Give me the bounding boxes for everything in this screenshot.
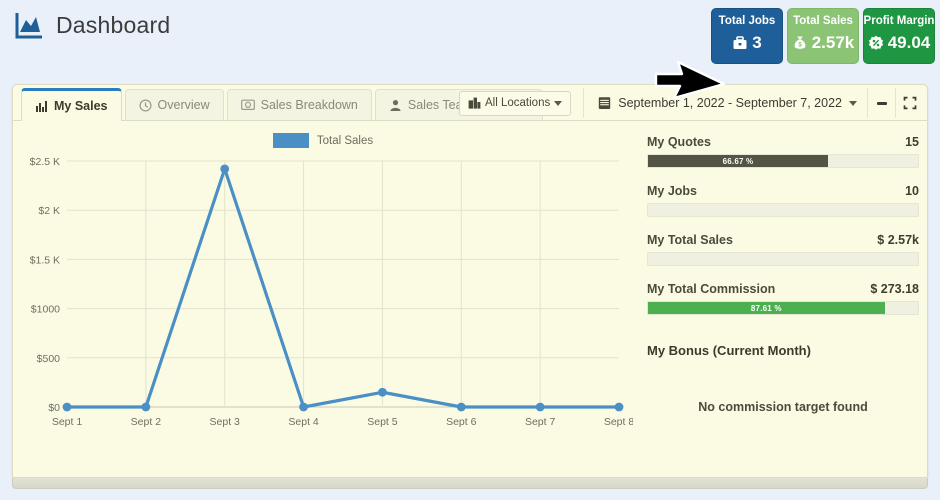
legend-swatch xyxy=(272,133,309,148)
metric-label: My Total Commission xyxy=(647,282,776,296)
metric-my-total-sales: My Total Sales $ 2.57k xyxy=(647,233,919,266)
legend-label: Total Sales xyxy=(316,134,374,147)
svg-text:Sept 4: Sept 4 xyxy=(288,416,319,428)
area-chart-icon xyxy=(14,10,44,40)
metric-my-jobs: My Jobs 10 xyxy=(647,184,919,217)
tab-overview[interactable]: Overview xyxy=(124,89,224,120)
svg-text:$1000: $1000 xyxy=(31,304,60,316)
metric-value: 15 xyxy=(905,135,919,149)
expand-button[interactable] xyxy=(895,88,923,118)
svg-text:Sept 7: Sept 7 xyxy=(525,416,556,428)
tab-my-sales[interactable]: My Sales xyxy=(21,88,122,121)
stat-card-label: Total Jobs xyxy=(718,15,776,27)
metric-label: My Quotes xyxy=(647,135,711,149)
progress-bar-fill: 87.61 % xyxy=(648,302,885,314)
svg-text:$500: $500 xyxy=(37,353,61,365)
stat-card-label: Total Sales xyxy=(793,15,853,27)
chevron-down-icon xyxy=(554,100,563,106)
minus-icon xyxy=(876,102,887,105)
building-icon xyxy=(468,97,481,109)
location-filter-button[interactable]: All Locations xyxy=(459,90,572,116)
metric-value: $ 2.57k xyxy=(877,233,919,247)
stat-card-total-sales[interactable]: Total Sales $ 2.57k xyxy=(787,8,859,64)
briefcase-icon xyxy=(733,36,747,49)
stat-card-value: 49.04 xyxy=(887,33,931,52)
stat-card-label: Profit Margin xyxy=(863,15,935,27)
svg-text:Sept 5: Sept 5 xyxy=(367,416,398,428)
svg-text:$1.5 K: $1.5 K xyxy=(30,254,60,266)
tab-label: My Sales xyxy=(54,99,108,113)
chart-legend: Total Sales xyxy=(13,133,633,148)
user-icon xyxy=(390,99,401,111)
money-icon xyxy=(240,99,255,110)
clock-icon xyxy=(139,98,152,112)
tab-bar: My Sales Overview Sales Breakdown Sales … xyxy=(13,85,927,121)
location-filter-label: All Locations xyxy=(485,97,551,109)
progress-bar-text: 87.61 % xyxy=(750,303,782,313)
stat-card-value: 2.57k xyxy=(811,33,855,52)
progress-bar: 87.61 % xyxy=(647,301,919,315)
panel-footer xyxy=(12,478,928,489)
expand-icon xyxy=(903,96,916,110)
money-bag-icon: $ xyxy=(794,36,806,49)
progress-bar xyxy=(647,203,919,217)
tab-sales-breakdown[interactable]: Sales Breakdown xyxy=(226,89,372,120)
metrics-panel: My Quotes 15 66.67 % My Jobs 10 My Total… xyxy=(633,121,929,477)
stat-card-total-jobs[interactable]: Total Jobs 3 xyxy=(711,8,783,64)
metric-my-total-commission: My Total Commission $ 273.18 87.61 % xyxy=(647,282,919,315)
metric-value: 10 xyxy=(905,184,919,198)
bar-chart-icon xyxy=(36,100,47,112)
panel-toolbar: All Locations September 1, 2022 - Septem… xyxy=(459,88,923,118)
svg-text:Sept 8: Sept 8 xyxy=(604,416,633,428)
tab-label: Overview xyxy=(157,98,210,112)
date-range-picker[interactable]: September 1, 2022 - September 7, 2022 xyxy=(583,88,867,118)
bonus-empty-message: No commission target found xyxy=(698,400,868,414)
chevron-down-icon xyxy=(849,100,857,106)
progress-bar-fill: 66.67 % xyxy=(648,155,828,167)
minimize-button[interactable] xyxy=(867,88,895,118)
svg-text:$0: $0 xyxy=(48,402,60,414)
svg-text:$2 K: $2 K xyxy=(38,205,60,217)
percent-badge-icon xyxy=(868,35,883,50)
stat-card-profit-margin[interactable]: Profit Margin 49.04 xyxy=(863,8,935,64)
svg-text:Sept 6: Sept 6 xyxy=(446,416,477,428)
calendar-icon xyxy=(599,97,611,109)
panel-body: Total Sales $0 $500 $1000 $1.5 K $2 K $2.5 K S… xyxy=(13,121,927,477)
svg-text:Sept 2: Sept 2 xyxy=(131,416,162,428)
metric-label: My Jobs xyxy=(647,184,698,198)
dashboard-panel: My Sales Overview Sales Breakdown Sales … xyxy=(12,84,928,478)
progress-bar-text: 66.67 % xyxy=(722,156,754,166)
svg-text:Sept 3: Sept 3 xyxy=(210,416,241,428)
stat-card-group: Total Jobs 3 Total Sales $ 2.57k Profit … xyxy=(711,8,935,64)
bonus-section-title: My Bonus (Current Month) xyxy=(647,343,811,358)
progress-bar: 66.67 % xyxy=(647,154,919,168)
tab-label: Sales Breakdown xyxy=(260,98,358,112)
svg-text:Sept 1: Sept 1 xyxy=(52,416,83,428)
metric-label: My Total Sales xyxy=(647,233,733,247)
metric-value: $ 273.18 xyxy=(870,282,919,296)
sales-chart: Total Sales $0 $500 $1000 $1.5 K $2 K $2.5 K S… xyxy=(13,121,633,477)
page-title: Dashboard xyxy=(56,11,171,38)
metric-my-quotes: My Quotes 15 66.67 % xyxy=(647,135,919,168)
date-range-label: September 1, 2022 - September 7, 2022 xyxy=(618,96,842,110)
chart-canvas[interactable]: $0 $500 $1000 $1.5 K $2 K $2.5 K Sept 1 Sept 2 S… xyxy=(13,147,633,447)
brand: Dashboard xyxy=(14,10,170,40)
page-header: Dashboard Total Jobs 3 Total Sales $ 2.5… xyxy=(0,0,940,72)
progress-bar xyxy=(647,252,919,266)
svg-text:$2.5 K: $2.5 K xyxy=(30,156,60,168)
stat-card-value: 3 xyxy=(752,33,762,52)
